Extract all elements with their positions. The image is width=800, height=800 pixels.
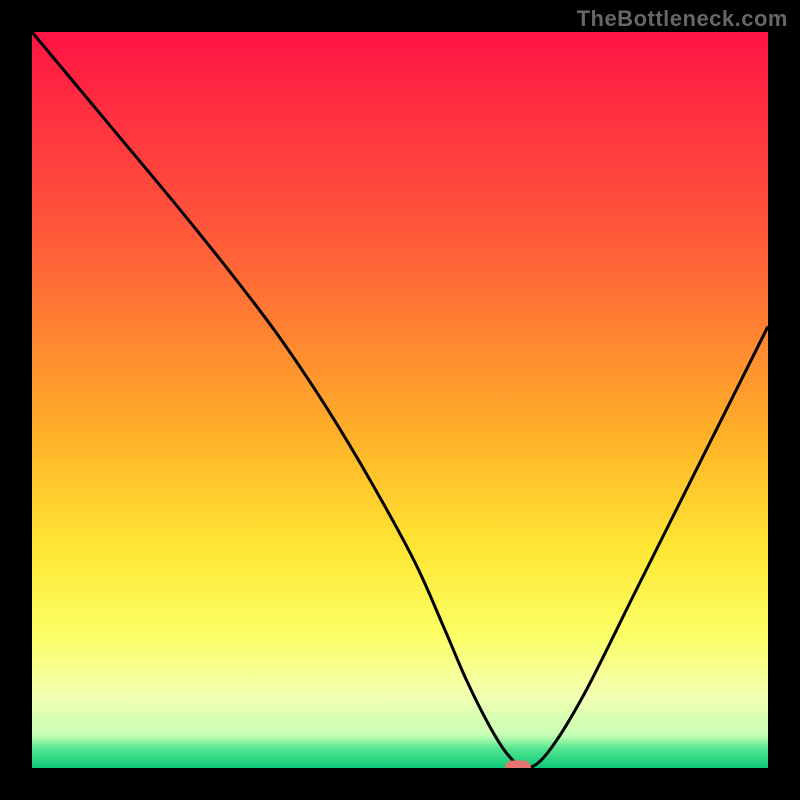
optimal-point-marker <box>505 761 531 769</box>
chart-frame: TheBottleneck.com <box>0 0 800 800</box>
chart-svg <box>32 32 768 768</box>
plot-area <box>32 32 768 768</box>
gradient-background <box>32 32 768 768</box>
watermark-text: TheBottleneck.com <box>577 6 788 32</box>
